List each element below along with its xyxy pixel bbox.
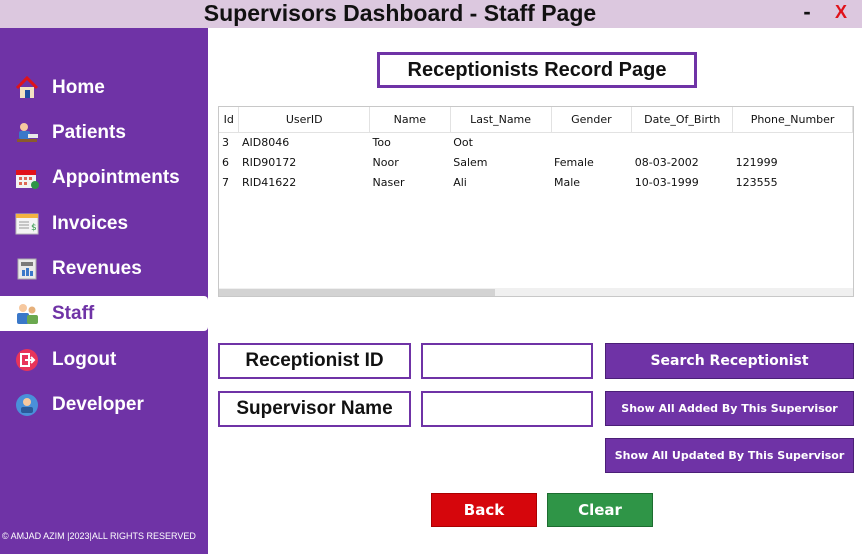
sidebar-item-revenues[interactable]: Revenues xyxy=(0,251,208,287)
table-row[interactable]: 7 RID41622 Naser Ali Male 10-03-1999 123… xyxy=(219,172,853,192)
table-cell: Female xyxy=(554,155,594,169)
column-header-gender[interactable]: Gender xyxy=(551,107,633,133)
home-icon xyxy=(14,75,40,101)
supervisor-name-input[interactable] xyxy=(421,391,593,427)
invoice-icon: $ xyxy=(14,211,40,237)
title-bar: Supervisors Dashboard - Staff Page - X xyxy=(0,0,862,28)
horizontal-scrollbar[interactable] xyxy=(219,288,853,296)
window-title: Supervisors Dashboard - Staff Page xyxy=(203,0,597,26)
sidebar-item-invoices[interactable]: $ Invoices xyxy=(0,206,208,242)
show-added-button[interactable]: Show All Added By This Supervisor xyxy=(605,391,854,426)
copyright-text: © AMJAD AZIM |2023|ALL RIGHTS RESERVED xyxy=(2,531,196,541)
table-cell: Salem xyxy=(453,155,488,169)
sidebar-item-patients[interactable]: Patients xyxy=(0,115,208,151)
receptionist-id-input[interactable] xyxy=(421,343,593,379)
patients-icon xyxy=(14,120,40,146)
table-cell: Naser xyxy=(372,175,405,189)
sidebar-item-developer[interactable]: Developer xyxy=(0,387,208,423)
table-row[interactable]: 3 AID8046 Too Oot xyxy=(219,132,853,152)
table-cell: 3 xyxy=(222,135,229,149)
sidebar-item-label: Logout xyxy=(52,349,117,370)
table-cell: AID8046 xyxy=(241,135,290,149)
sidebar-item-label: Patients xyxy=(52,122,126,143)
table-cell xyxy=(733,132,853,152)
column-header-userid[interactable]: UserID xyxy=(238,107,370,133)
table-cell: 123555 xyxy=(735,175,778,189)
table-cell: 6 xyxy=(222,155,229,169)
sidebar-item-home[interactable]: Home xyxy=(0,70,208,106)
back-button[interactable]: Back xyxy=(431,493,537,527)
table-cell: Noor xyxy=(372,155,399,169)
sidebar-item-staff[interactable]: Staff xyxy=(0,296,208,331)
column-header-name[interactable]: Name xyxy=(369,107,451,133)
clear-button[interactable]: Clear xyxy=(547,493,653,527)
table-cell: 7 xyxy=(222,175,229,189)
table-cell: Too xyxy=(372,135,391,149)
svg-text:$: $ xyxy=(31,223,37,233)
close-button[interactable]: X xyxy=(832,0,850,26)
column-header-phone-number[interactable]: Phone_Number xyxy=(732,107,853,133)
sidebar: Home Patients Appointments $ Invoices Re… xyxy=(0,28,208,554)
logout-icon xyxy=(14,347,40,373)
minimize-button[interactable]: - xyxy=(800,0,814,26)
search-receptionist-button[interactable]: Search Receptionist xyxy=(605,343,854,379)
page-title: Receptionists Record Page xyxy=(377,52,697,88)
receptionist-id-label: Receptionist ID xyxy=(218,343,411,379)
calendar-icon xyxy=(14,165,40,191)
table-row[interactable]: 6 RID90172 Noor Salem Female 08-03-2002 … xyxy=(219,152,853,172)
revenue-icon xyxy=(14,256,40,282)
sidebar-item-label: Invoices xyxy=(52,213,129,234)
sidebar-item-label: Revenues xyxy=(52,258,142,279)
supervisor-name-label: Supervisor Name xyxy=(218,391,411,427)
table-cell: RID41622 xyxy=(241,175,297,189)
developer-icon xyxy=(14,392,40,418)
table-cell: 121999 xyxy=(735,155,778,169)
table-cell: Ali xyxy=(453,175,467,189)
column-header-last-name[interactable]: Last_Name xyxy=(450,107,552,133)
sidebar-item-label: Appointments xyxy=(52,167,180,188)
sidebar-item-logout[interactable]: Logout xyxy=(0,342,208,378)
scrollbar-thumb[interactable] xyxy=(219,289,495,296)
table-cell xyxy=(551,132,632,152)
table-cell: 10-03-1999 xyxy=(634,175,699,189)
sidebar-item-label: Home xyxy=(52,77,105,98)
column-header-id[interactable]: Id xyxy=(219,107,240,133)
sidebar-item-label: Developer xyxy=(52,394,144,415)
table-cell: Male xyxy=(554,175,581,189)
show-updated-button[interactable]: Show All Updated By This Supervisor xyxy=(605,438,854,473)
table-cell xyxy=(632,132,733,152)
table-cell: Oot xyxy=(453,135,473,149)
table-header-row: Id UserID Name Last_Name Gender Date_Of_… xyxy=(219,107,853,133)
records-table[interactable]: Id UserID Name Last_Name Gender Date_Of_… xyxy=(218,106,854,297)
column-header-date-of-birth[interactable]: Date_Of_Birth xyxy=(631,107,734,133)
staff-icon xyxy=(14,301,40,327)
sidebar-item-appointments[interactable]: Appointments xyxy=(0,160,208,196)
table-cell: RID90172 xyxy=(241,155,297,169)
sidebar-item-label: Staff xyxy=(52,302,95,324)
table-cell: 08-03-2002 xyxy=(634,155,699,169)
